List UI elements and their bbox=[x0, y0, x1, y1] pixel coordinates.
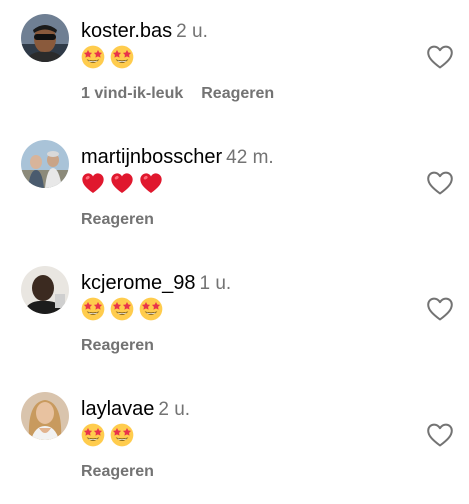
like-comment-button[interactable] bbox=[426, 170, 454, 196]
star-struck-emoji bbox=[110, 297, 134, 321]
timestamp[interactable]: 2 u. bbox=[158, 399, 190, 420]
comment-headline: kcjerome_98 1 u. bbox=[81, 272, 231, 296]
red-heart-emoji bbox=[111, 173, 133, 193]
red-heart-emoji bbox=[140, 173, 162, 193]
comment-headline: koster.bas 2 u. bbox=[81, 20, 208, 44]
avatar[interactable] bbox=[21, 14, 69, 62]
star-struck-emoji bbox=[139, 297, 163, 321]
comment-text bbox=[81, 45, 134, 71]
comment-actions: 1 vind-ik-leuk Reageren bbox=[81, 84, 274, 104]
avatar[interactable] bbox=[21, 392, 69, 440]
star-struck-emoji bbox=[110, 423, 134, 447]
timestamp[interactable]: 1 u. bbox=[200, 273, 232, 294]
like-comment-button[interactable] bbox=[426, 44, 454, 70]
username[interactable]: martijnbosscher bbox=[81, 146, 222, 168]
comment-item: martijnbosscher 42 m. Reageren bbox=[0, 126, 469, 252]
comment-text bbox=[81, 171, 163, 197]
timestamp[interactable]: 42 m. bbox=[226, 147, 274, 168]
like-comment-button[interactable] bbox=[426, 422, 454, 448]
comment-actions: Reageren bbox=[81, 336, 154, 356]
avatar[interactable] bbox=[21, 140, 69, 188]
username[interactable]: kcjerome_98 bbox=[81, 272, 196, 294]
heart-outline-icon bbox=[427, 171, 453, 195]
star-struck-emoji bbox=[81, 45, 105, 69]
like-comment-button[interactable] bbox=[426, 296, 454, 322]
heart-outline-icon bbox=[427, 45, 453, 69]
timestamp[interactable]: 2 u. bbox=[176, 21, 208, 42]
reply-button[interactable]: Reageren bbox=[81, 211, 154, 228]
comment-text bbox=[81, 423, 134, 449]
comment-headline: martijnbosscher 42 m. bbox=[81, 146, 274, 170]
heart-outline-icon bbox=[427, 423, 453, 447]
reply-button[interactable]: Reageren bbox=[201, 85, 274, 102]
username[interactable]: koster.bas bbox=[81, 20, 172, 42]
comment-item: koster.bas 2 u. 1 vind-ik-leuk Reageren bbox=[0, 0, 469, 126]
reply-button[interactable]: Reageren bbox=[81, 463, 154, 480]
comment-actions: Reageren bbox=[81, 462, 154, 482]
star-struck-emoji bbox=[81, 297, 105, 321]
red-heart-emoji bbox=[82, 173, 104, 193]
username[interactable]: laylavae bbox=[81, 398, 154, 420]
avatar[interactable] bbox=[21, 266, 69, 314]
likes-count-link[interactable]: 1 vind-ik-leuk bbox=[81, 85, 183, 102]
comment-item: kcjerome_98 1 u. Reageren bbox=[0, 252, 469, 378]
heart-outline-icon bbox=[427, 297, 453, 321]
reply-button[interactable]: Reageren bbox=[81, 337, 154, 354]
comment-actions: Reageren bbox=[81, 210, 154, 230]
comment-text bbox=[81, 297, 163, 323]
star-struck-emoji bbox=[110, 45, 134, 69]
comment-headline: laylavae 2 u. bbox=[81, 398, 190, 422]
star-struck-emoji bbox=[81, 423, 105, 447]
comment-item: laylavae 2 u. Reageren bbox=[0, 378, 469, 504]
